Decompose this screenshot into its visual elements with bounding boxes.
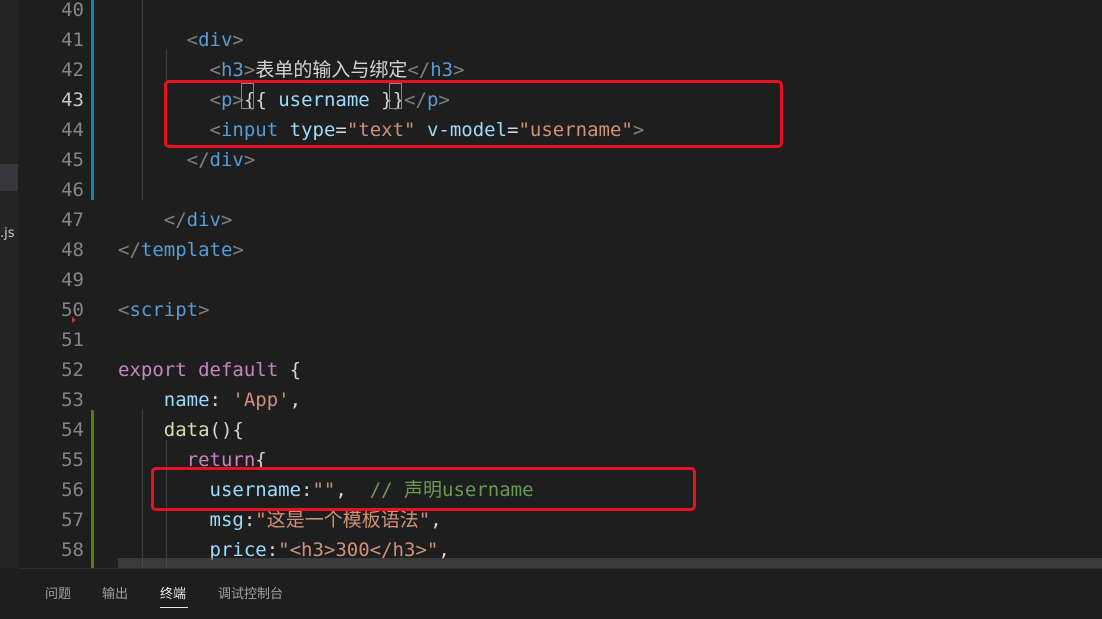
line-number: 45 <box>61 149 84 171</box>
activity-active-item[interactable] <box>0 164 18 191</box>
code-text: </template> <box>118 235 244 265</box>
code-token: "这是一个模板语法" <box>255 509 431 531</box>
indent-guide <box>142 0 143 200</box>
line-number: 41 <box>61 29 84 51</box>
code-line[interactable]: 52 export default { <box>18 355 1102 385</box>
code-token: default <box>198 359 279 381</box>
code-token: , <box>430 509 442 531</box>
code-line[interactable]: 50 <script> <box>18 295 1102 325</box>
code-text: <script> <box>118 295 210 325</box>
code-token: div <box>198 29 233 51</box>
explorer-file-fragment[interactable]: .js <box>0 226 15 241</box>
code-token: (){ <box>209 419 244 441</box>
code-line[interactable]: 46 <box>18 175 1102 205</box>
line-number: 48 <box>61 239 84 261</box>
code-token: 'App' <box>232 389 290 411</box>
tab-problems[interactable]: 问题 <box>45 583 71 602</box>
line-number: 43 <box>61 89 84 111</box>
line-number: 52 <box>61 359 84 381</box>
highlight-box-template <box>164 80 783 148</box>
tab-terminal[interactable]: 终端 <box>160 583 186 602</box>
code-line[interactable]: 45 </div> <box>18 145 1102 175</box>
line-number: 58 <box>61 539 84 561</box>
code-line[interactable]: 49 <box>18 265 1102 295</box>
code-text: data(){ <box>118 415 244 445</box>
code-line[interactable]: 48 </template> <box>18 235 1102 265</box>
code-token: </ <box>163 209 187 231</box>
code-token: > <box>453 59 465 81</box>
code-line[interactable]: 47 </div> <box>18 205 1102 235</box>
code-token: h3 <box>220 59 244 81</box>
code-token: > <box>220 209 233 231</box>
code-token: , <box>289 389 302 411</box>
code-line[interactable]: 51 <box>18 325 1102 355</box>
line-number: 56 <box>61 479 84 501</box>
gutter-added-bar <box>91 410 94 568</box>
code-token: div <box>209 149 244 171</box>
line-number: 44 <box>61 119 84 141</box>
line-number: 53 <box>61 389 84 411</box>
line-number: 54 <box>61 419 84 441</box>
code-text: </div> <box>118 145 256 175</box>
code-line[interactable]: 54 data(){ <box>18 415 1102 445</box>
code-line[interactable]: 40 <box>18 0 1102 25</box>
code-token: > <box>198 299 210 321</box>
gutter-modified-bar <box>91 0 94 200</box>
code-token: > <box>243 149 256 171</box>
code-token: script <box>129 299 199 321</box>
bottom-panel: 问题 输出 终端 调试控制台 <box>18 568 1102 619</box>
code-token: > <box>243 59 256 81</box>
tab-output[interactable]: 输出 <box>102 583 128 602</box>
indent-guide <box>142 410 143 568</box>
code-token: h3 <box>430 59 454 81</box>
code-token: > <box>232 239 244 261</box>
code-token: 表单的输入与绑定 <box>255 59 408 81</box>
code-token: < <box>118 299 130 321</box>
code-token: : <box>209 389 233 411</box>
code-token: < <box>209 59 221 81</box>
line-number: 51 <box>61 329 84 351</box>
code-token: export <box>118 359 187 381</box>
code-token: msg <box>209 509 244 531</box>
activity-bar <box>0 0 18 568</box>
code-token: : <box>243 509 256 531</box>
code-token: template <box>140 239 233 261</box>
line-number: 57 <box>61 509 84 531</box>
code-text: <div> <box>118 25 244 55</box>
code-line[interactable]: 53 name: 'App', <box>18 385 1102 415</box>
code-token: </ <box>407 59 431 81</box>
code-text: name: 'App', <box>118 385 301 415</box>
code-token: div <box>186 209 221 231</box>
line-number: 40 <box>61 0 84 21</box>
line-number: 47 <box>61 209 84 231</box>
active-tab-underline <box>160 607 188 608</box>
highlight-box-data <box>151 467 696 511</box>
horizontal-scrollbar[interactable] <box>118 558 1102 568</box>
code-text: </div> <box>118 205 233 235</box>
breakpoint-marker <box>72 317 76 323</box>
code-token: { <box>278 359 302 381</box>
code-token: name <box>163 389 210 411</box>
code-token: </ <box>118 239 141 261</box>
code-line[interactable]: 41 <div> <box>18 25 1102 55</box>
tab-debug-console[interactable]: 调试控制台 <box>218 583 283 602</box>
code-token: data <box>163 419 210 441</box>
line-number: 46 <box>61 179 84 201</box>
line-number: 42 <box>61 59 84 81</box>
code-token: </ <box>186 149 210 171</box>
code-text: export default { <box>118 355 301 385</box>
line-number: 49 <box>61 269 84 291</box>
code-token: > <box>232 29 244 51</box>
line-number: 55 <box>61 449 84 471</box>
code-token: < <box>186 29 199 51</box>
